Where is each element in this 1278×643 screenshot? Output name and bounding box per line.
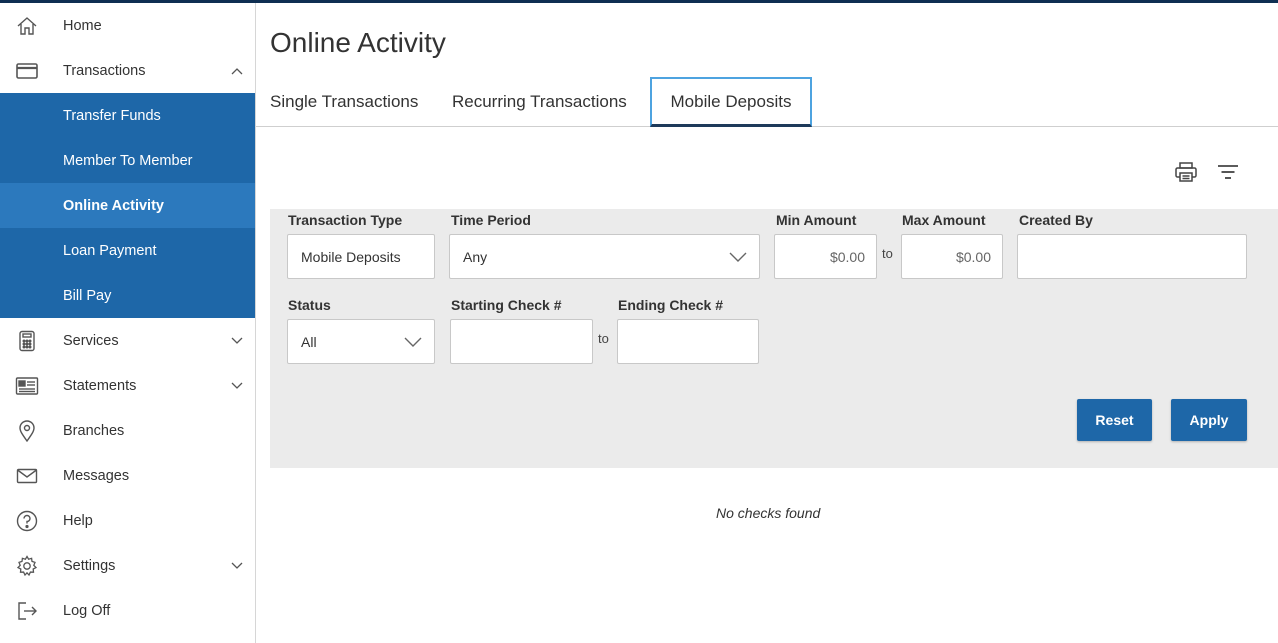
sidebar-item-log-off[interactable]: Log Off: [0, 588, 255, 633]
time-period-select[interactable]: Any: [449, 234, 760, 279]
chevron-down-icon: [229, 378, 245, 394]
card-icon: [14, 58, 40, 84]
main-content: Online Activity Single Transactions Recu…: [256, 3, 1278, 643]
calculator-icon: [14, 328, 40, 354]
sidebar-item-label: Log Off: [63, 602, 111, 619]
ending-check-input[interactable]: [617, 319, 759, 364]
sidebar-item-label: Services: [63, 332, 119, 349]
envelope-icon: [14, 463, 40, 489]
min-amount-input[interactable]: $0.00: [774, 234, 877, 279]
min-amount-placeholder: $0.00: [829, 248, 865, 265]
sidebar-subitem-transfer-funds[interactable]: Transfer Funds: [0, 93, 255, 138]
transaction-type-field[interactable]: Mobile Deposits: [287, 234, 435, 279]
sidebar-item-branches[interactable]: Branches: [0, 408, 255, 453]
sidebar-item-label: Transactions: [63, 62, 146, 79]
sidebar-item-label: Branches: [63, 422, 125, 439]
sidebar-item-label: Home: [63, 17, 102, 34]
status-select[interactable]: All: [287, 319, 435, 364]
status-value: All: [301, 333, 317, 350]
created-by-label: Created By: [1019, 212, 1093, 228]
sidebar-item-statements[interactable]: Statements: [0, 363, 255, 408]
statement-icon: [14, 373, 40, 399]
tab-bar: Single Transactions Recurring Transactio…: [256, 77, 1278, 127]
chevron-down-icon: [729, 250, 747, 264]
range-to-text: to: [882, 246, 893, 261]
filter-panel: Transaction Type Time Period Min Amount …: [270, 209, 1278, 468]
sidebar-subitem-loan-payment[interactable]: Loan Payment: [0, 228, 255, 273]
reset-button[interactable]: Reset: [1077, 399, 1152, 441]
sidebar-item-label: Settings: [63, 557, 116, 574]
filter-icon[interactable]: [1216, 163, 1240, 187]
chevron-up-icon: [229, 63, 245, 79]
tab-recurring-transactions[interactable]: Recurring Transactions: [452, 77, 627, 126]
page-title: Online Activity: [270, 27, 446, 58]
tab-single-transactions[interactable]: Single Transactions: [270, 77, 418, 126]
status-label: Status: [288, 297, 331, 313]
chevron-down-icon: [404, 335, 422, 349]
sidebar-item-settings[interactable]: Settings: [0, 543, 255, 588]
print-icon[interactable]: [1174, 161, 1198, 185]
sidebar-item-transactions[interactable]: Transactions: [0, 48, 255, 93]
starting-check-input[interactable]: [450, 319, 593, 364]
time-period-label: Time Period: [451, 212, 531, 228]
help-icon: [14, 508, 40, 534]
sidebar-item-services[interactable]: Services: [0, 318, 255, 363]
max-amount-placeholder: $0.00: [955, 248, 991, 265]
sidebar-subitem-online-activity[interactable]: Online Activity: [0, 183, 255, 228]
sidebar: Home Transactions Transfer Funds Member …: [0, 3, 256, 643]
tab-mobile-deposits[interactable]: Mobile Deposits: [650, 77, 812, 127]
sidebar-item-help[interactable]: Help: [0, 498, 255, 543]
created-by-input[interactable]: [1017, 234, 1247, 279]
sidebar-item-label: Statements: [63, 377, 137, 394]
time-period-value: Any: [463, 248, 488, 265]
max-amount-input[interactable]: $0.00: [901, 234, 1003, 279]
logout-icon: [14, 598, 40, 624]
transaction-type-label: Transaction Type: [288, 212, 403, 228]
sidebar-subitem-member-to-member[interactable]: Member To Member: [0, 138, 255, 183]
sidebar-item-label: Messages: [63, 467, 130, 484]
gear-icon: [14, 553, 40, 579]
starting-check-label: Starting Check #: [451, 297, 562, 313]
min-amount-label: Min Amount: [776, 212, 857, 228]
max-amount-label: Max Amount: [902, 212, 986, 228]
empty-state-message: No checks found: [716, 505, 821, 521]
sidebar-item-label: Help: [63, 512, 93, 529]
home-icon: [14, 13, 40, 39]
apply-button[interactable]: Apply: [1171, 399, 1247, 441]
sidebar-item-home[interactable]: Home: [0, 3, 255, 48]
location-pin-icon: [14, 418, 40, 444]
ending-check-label: Ending Check #: [618, 297, 724, 313]
range-to-text: to: [598, 331, 609, 346]
chevron-down-icon: [229, 333, 245, 349]
transaction-type-value: Mobile Deposits: [301, 248, 401, 265]
chevron-down-icon: [229, 558, 245, 574]
sidebar-subitem-bill-pay[interactable]: Bill Pay: [0, 273, 255, 318]
sidebar-item-messages[interactable]: Messages: [0, 453, 255, 498]
